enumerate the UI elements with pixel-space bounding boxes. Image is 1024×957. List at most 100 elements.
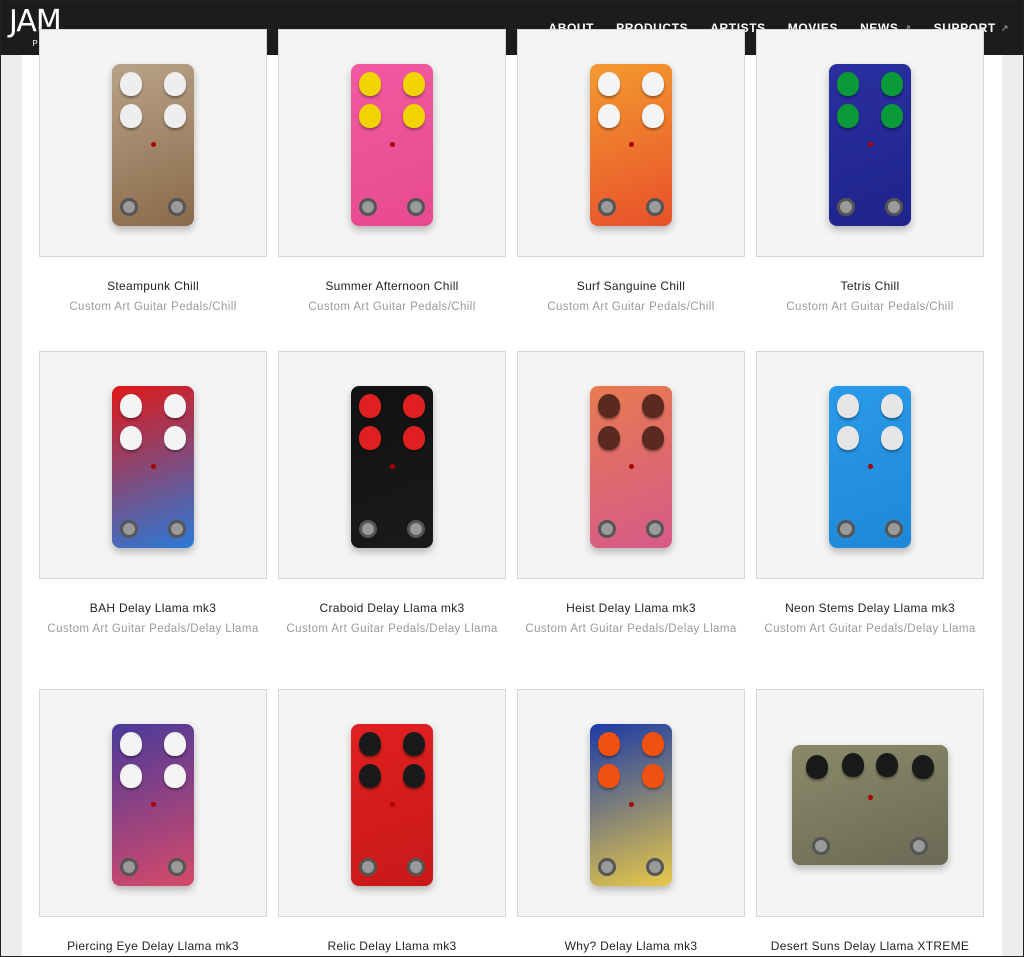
product-title[interactable]: BAH Delay Llama mk3 (39, 601, 267, 615)
product-image[interactable] (278, 689, 506, 917)
pedal-knob (359, 72, 381, 96)
pedal-knob (120, 394, 142, 418)
product-image[interactable] (517, 351, 745, 579)
pedal-knob (359, 426, 381, 450)
product-image[interactable] (756, 689, 984, 917)
product-category[interactable]: Custom Art Guitar Pedals/Chill (43, 299, 263, 315)
browser-frame: JAM PEDALS ABOUT PRODUCTS ARTISTS MOVIES… (0, 0, 1024, 957)
pedal-knob (164, 104, 186, 128)
pedal-knob (642, 104, 664, 128)
pedal-knob (359, 104, 381, 128)
product-category[interactable]: Custom Art Guitar Pedals/Delay Llama (43, 621, 263, 637)
pedal-knob (598, 764, 620, 788)
pedal-knob (120, 72, 142, 96)
product-image[interactable] (278, 351, 506, 579)
product-image[interactable] (39, 351, 267, 579)
pedal-knob (164, 732, 186, 756)
pedal-led (629, 464, 634, 469)
footswitch (120, 858, 138, 876)
product-grid: Steampunk Chill Custom Art Guitar Pedals/… (22, 29, 1002, 956)
footswitch (812, 837, 830, 855)
footswitch (407, 520, 425, 538)
product-image[interactable] (278, 29, 506, 257)
footswitch (885, 198, 903, 216)
pedal-knob (120, 426, 142, 450)
product-image[interactable] (39, 29, 267, 257)
pedal-led (390, 142, 395, 147)
pedal-knob (881, 394, 903, 418)
pedal-knob (120, 732, 142, 756)
external-link-icon: ↗ (1000, 22, 1009, 33)
product-category[interactable]: Custom Art Guitar Pedals/Chill (282, 299, 502, 315)
pedal-led (868, 795, 873, 800)
footswitch (598, 858, 616, 876)
pedal-illustration (590, 64, 672, 226)
pedal-knob (403, 104, 425, 128)
pedal-illustration (829, 386, 911, 548)
pedal-illustration (590, 386, 672, 548)
product-title[interactable]: Steampunk Chill (39, 279, 267, 293)
pedal-led (390, 802, 395, 807)
pedal-knob (598, 72, 620, 96)
pedal-illustration (112, 724, 194, 886)
pedal-knob (837, 104, 859, 128)
product-title[interactable]: Surf Sanguine Chill (517, 279, 745, 293)
product-category[interactable]: Custom Art Guitar Pedals/Chill (521, 299, 741, 315)
product-image[interactable] (517, 29, 745, 257)
footswitch (837, 198, 855, 216)
pedal-knob (164, 426, 186, 450)
footswitch (359, 858, 377, 876)
pedal-knob (359, 394, 381, 418)
pedal-illustration (590, 724, 672, 886)
pedal-knob (876, 753, 898, 777)
footswitch (407, 198, 425, 216)
footswitch (407, 858, 425, 876)
product-title[interactable]: Relic Delay Llama mk3 (278, 939, 506, 953)
product-category[interactable]: Custom Art Guitar Pedals/Chill (760, 299, 980, 315)
pedal-knob (598, 426, 620, 450)
product-category[interactable]: Custom Art Guitar Pedals/Delay Llama (282, 621, 502, 637)
pedal-knob (403, 764, 425, 788)
product-category[interactable]: Custom Art Guitar Pedals/Delay Llama (760, 621, 980, 637)
product-image[interactable] (756, 351, 984, 579)
pedal-illustration (351, 386, 433, 548)
footswitch (359, 198, 377, 216)
product-title[interactable]: Summer Afternoon Chill (278, 279, 506, 293)
product-title[interactable]: Craboid Delay Llama mk3 (278, 601, 506, 615)
pedal-knob (642, 72, 664, 96)
pedal-knob (164, 72, 186, 96)
pedal-knob (642, 732, 664, 756)
pedal-led (629, 142, 634, 147)
pedal-knob (164, 394, 186, 418)
pedal-knob (120, 764, 142, 788)
pedal-knob (642, 394, 664, 418)
product-image[interactable] (756, 29, 984, 257)
product-image[interactable] (39, 689, 267, 917)
pedal-led (151, 142, 156, 147)
pedal-led (151, 464, 156, 469)
product-title[interactable]: Heist Delay Llama mk3 (517, 601, 745, 615)
product-title[interactable]: Desert Suns Delay Llama XTREME (756, 939, 984, 953)
pedal-led (868, 464, 873, 469)
pedal-knob (598, 394, 620, 418)
pedal-illustration (351, 64, 433, 226)
footswitch (598, 520, 616, 538)
pedal-knob (642, 764, 664, 788)
product-image[interactable] (517, 689, 745, 917)
pedal-led (151, 802, 156, 807)
pedal-led (868, 142, 873, 147)
pedal-illustration (351, 724, 433, 886)
product-category[interactable]: Custom Art Guitar Pedals/Delay Llama (521, 621, 741, 637)
pedal-knob (806, 755, 828, 779)
pedal-knob (403, 72, 425, 96)
pedal-knob (837, 426, 859, 450)
pedal-led (390, 464, 395, 469)
footswitch (646, 198, 664, 216)
product-title[interactable]: Neon Stems Delay Llama mk3 (756, 601, 984, 615)
product-title[interactable]: Why? Delay Llama mk3 (517, 939, 745, 953)
pedal-knob (837, 394, 859, 418)
pedal-knob (642, 426, 664, 450)
footswitch (646, 858, 664, 876)
product-title[interactable]: Piercing Eye Delay Llama mk3 (39, 939, 267, 953)
product-title[interactable]: Tetris Chill (756, 279, 984, 293)
